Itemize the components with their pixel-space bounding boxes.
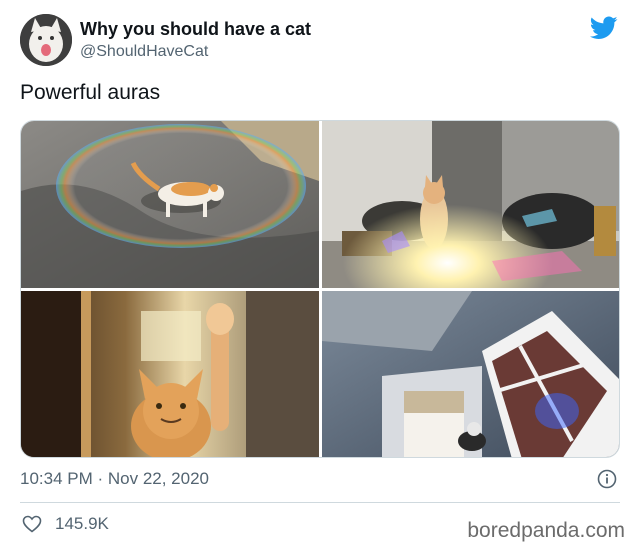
tweet-text: Powerful auras	[20, 81, 161, 104]
photo-cat-under-window-light[interactable]	[322, 291, 619, 457]
user-handle[interactable]: @ShouldHaveCat	[80, 42, 311, 62]
avatar[interactable]	[20, 14, 72, 66]
tweet-header: Why you should have a cat @ShouldHaveCat	[20, 14, 620, 70]
twitter-bird-icon[interactable]	[590, 16, 618, 40]
heart-icon[interactable]	[22, 515, 42, 533]
display-name[interactable]: Why you should have a cat	[80, 18, 311, 40]
photo-cat-reaching-paw-sunlight[interactable]	[21, 291, 319, 457]
avatar-cat-image	[20, 14, 72, 66]
like-count[interactable]: 145.9K	[55, 513, 109, 535]
watermark: boredpanda.com	[467, 519, 625, 542]
info-icon[interactable]	[597, 469, 617, 489]
photo-cat-in-rainbow-bubble[interactable]	[21, 121, 319, 288]
divider	[20, 502, 620, 503]
photo-cat-in-sunlight-prism[interactable]	[322, 121, 619, 288]
tweet-timestamp[interactable]: 10:34 PM · Nov 22, 2020	[20, 468, 209, 490]
media-grid	[20, 120, 620, 458]
